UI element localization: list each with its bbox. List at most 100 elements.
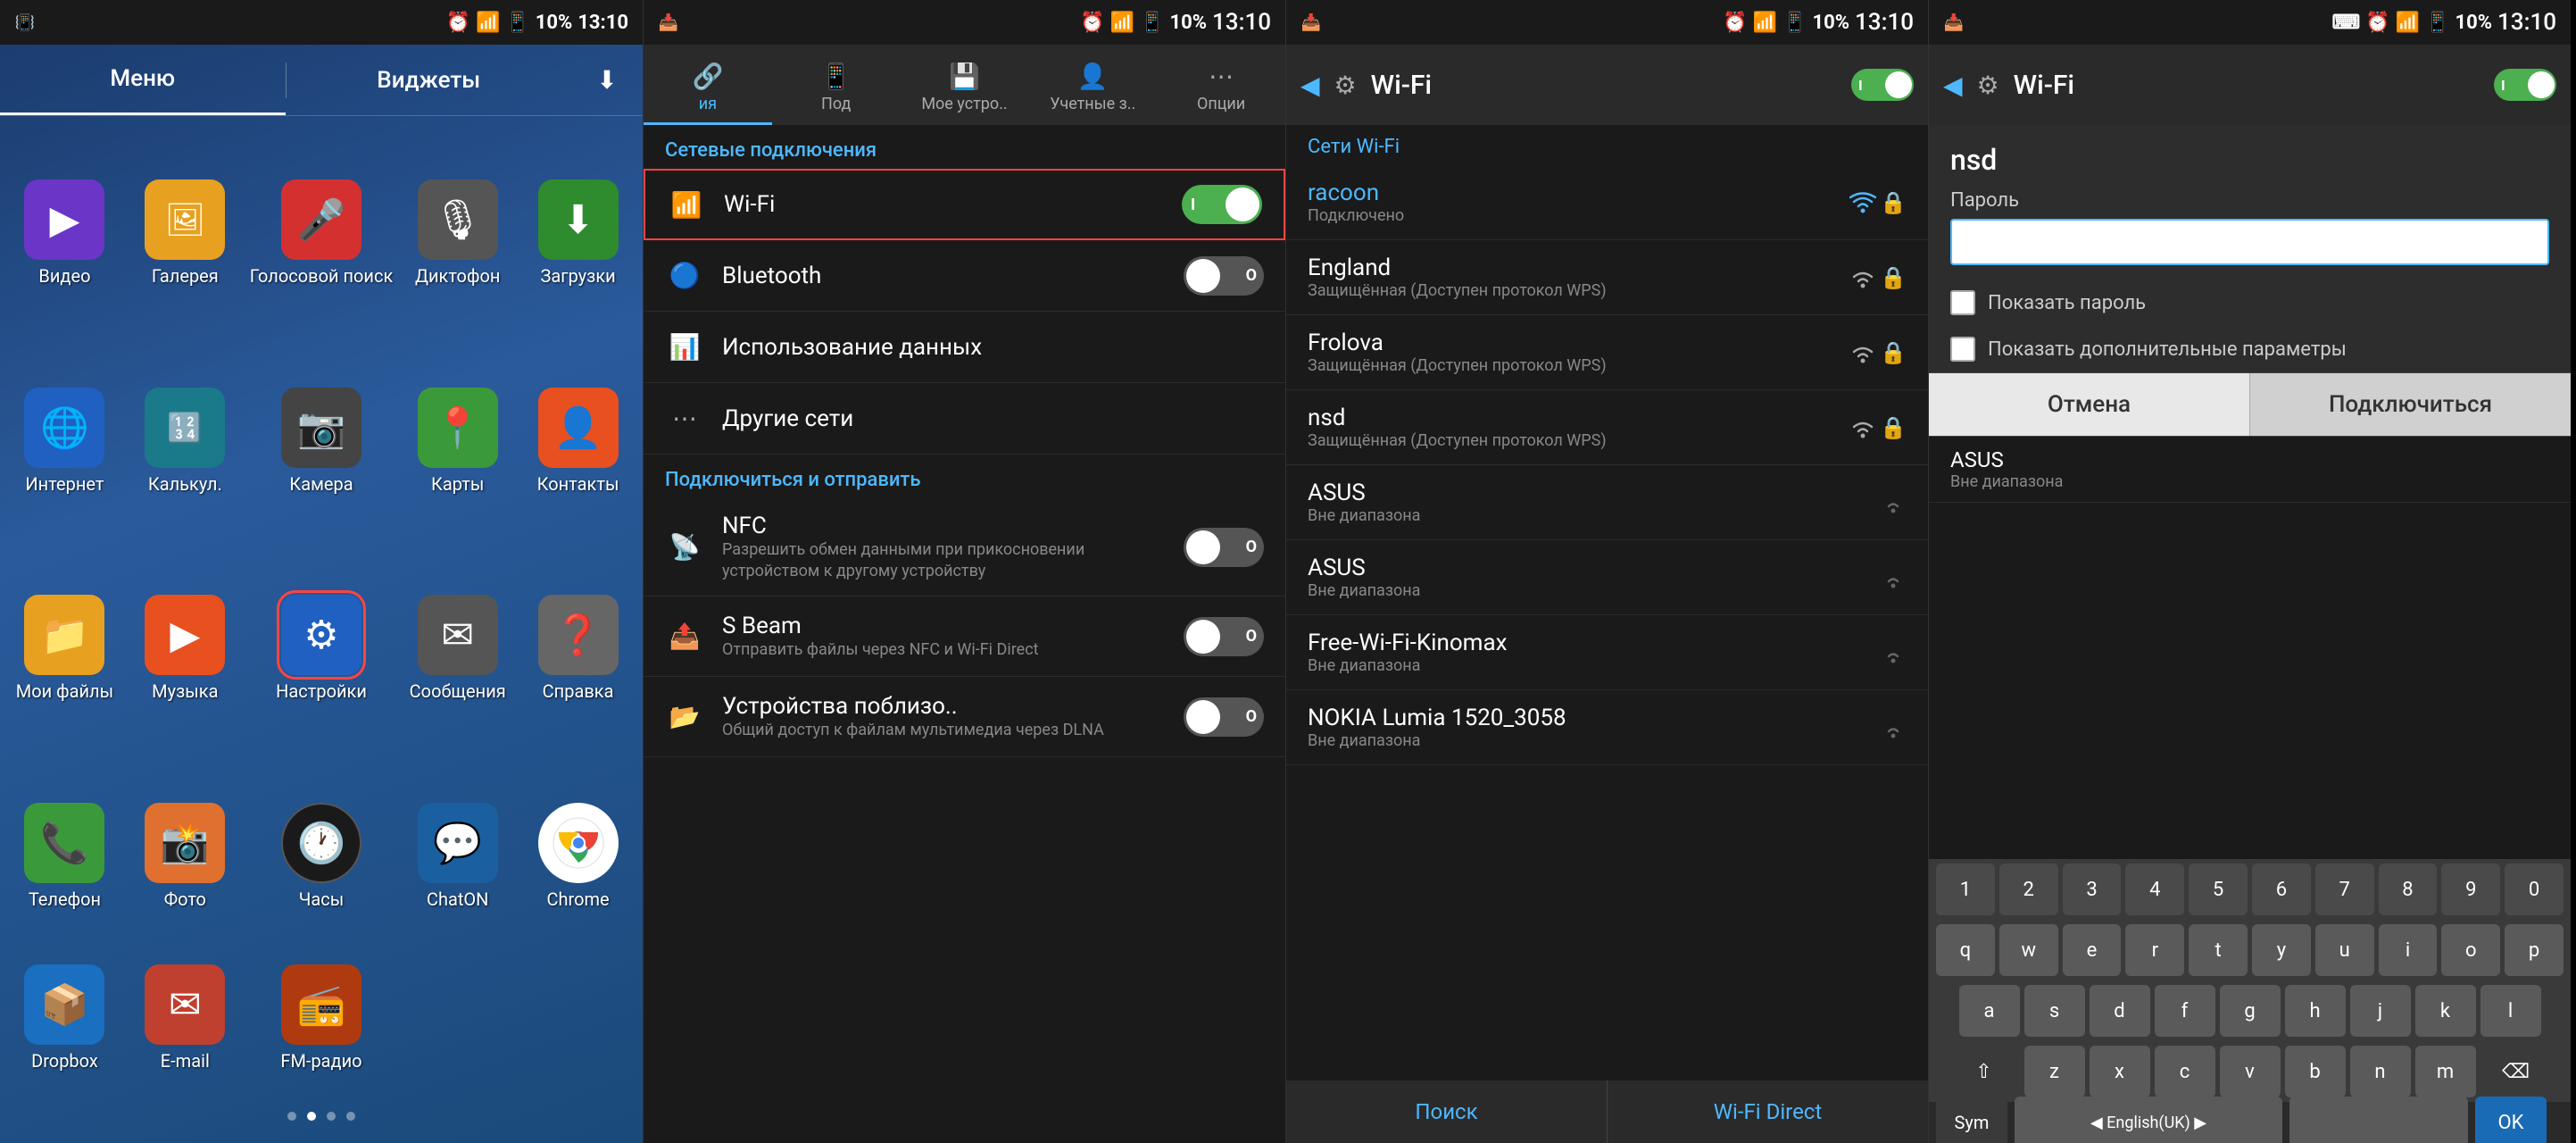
- key-r[interactable]: r: [2125, 924, 2184, 976]
- app-voice[interactable]: 🎤 Голосовой поиск: [250, 134, 394, 333]
- key-y[interactable]: y: [2252, 924, 2311, 976]
- app-internet[interactable]: 🌐 Интернет: [9, 342, 120, 541]
- wifi-direct-button[interactable]: Wi-Fi Direct: [1608, 1080, 1928, 1143]
- key-t[interactable]: t: [2189, 924, 2248, 976]
- settings-sbeam-item[interactable]: 📤 S Beam Отправить файлы через NFC и Wi-…: [644, 597, 1285, 677]
- app-clock[interactable]: 🕐 Часы: [250, 757, 394, 956]
- app-chaton[interactable]: 💬 ChatON: [402, 757, 513, 956]
- key-h[interactable]: h: [2285, 985, 2346, 1037]
- key-g[interactable]: g: [2220, 985, 2281, 1037]
- show-password-row[interactable]: Показать пароль: [1929, 279, 2571, 326]
- wifi-network-england[interactable]: England Защищённая (Доступен протокол WP…: [1286, 240, 1928, 315]
- tab-connections[interactable]: 🔗 ия: [644, 58, 772, 125]
- wifi-back-button[interactable]: ◀: [1300, 71, 1320, 100]
- sbeam-toggle[interactable]: O: [1184, 617, 1264, 656]
- wifi-network-racoon[interactable]: racoon Подключено 🔒: [1286, 165, 1928, 240]
- wifi-network-nokia[interactable]: NOKIA Lumia 1520_3058 Вне диапазона: [1286, 690, 1928, 765]
- wifi-network-asus1[interactable]: ASUS Вне диапазона: [1286, 465, 1928, 540]
- key-c[interactable]: c: [2155, 1046, 2215, 1097]
- settings-more-networks-item[interactable]: ⋯ Другие сети: [644, 383, 1285, 455]
- wifi-header-toggle[interactable]: I: [1851, 69, 1914, 101]
- key-w[interactable]: w: [1999, 924, 2058, 976]
- app-camera[interactable]: 📷 Камера: [250, 342, 394, 541]
- key-0[interactable]: 0: [2505, 864, 2564, 915]
- app-chrome[interactable]: Chrome: [522, 757, 634, 956]
- key-lang[interactable]: ◀ English(UK) ▶: [2015, 1097, 2282, 1143]
- dialog-cancel-button[interactable]: Отмена: [1929, 373, 2249, 436]
- key-4[interactable]: 4: [2125, 864, 2184, 915]
- key-shift[interactable]: ⇧: [1949, 1046, 2020, 1097]
- key-s[interactable]: s: [2024, 985, 2085, 1037]
- app-fmradio[interactable]: 📻 FM-радио: [250, 964, 394, 1072]
- key-n[interactable]: n: [2350, 1046, 2411, 1097]
- wifi-network-frolova[interactable]: Frolova Защищённая (Доступен протокол WP…: [1286, 315, 1928, 390]
- key-u[interactable]: u: [2315, 924, 2374, 976]
- app-messages[interactable]: ✉ Сообщения: [402, 549, 513, 748]
- app-email[interactable]: ✉ E-mail: [129, 964, 241, 1072]
- wifi-network-asus2[interactable]: ASUS Вне диапазона: [1286, 540, 1928, 615]
- tab-mydevice[interactable]: 💾 Мое устро..: [901, 58, 1029, 125]
- app-gallery[interactable]: 🖼 Галерея: [129, 134, 241, 333]
- tab-options[interactable]: ⋯ Опции: [1157, 58, 1285, 125]
- dialog-connect-button[interactable]: Подключиться: [2250, 373, 2571, 436]
- key-9[interactable]: 9: [2441, 864, 2500, 915]
- app-dictaphone[interactable]: 🎙 Диктофон: [402, 134, 513, 333]
- key-a[interactable]: a: [1959, 985, 2020, 1037]
- show-advanced-checkbox[interactable]: [1950, 337, 1975, 362]
- key-m[interactable]: m: [2415, 1046, 2476, 1097]
- app-phone[interactable]: 📞 Телефон: [9, 757, 120, 956]
- key-j[interactable]: j: [2350, 985, 2411, 1037]
- key-5[interactable]: 5: [2189, 864, 2248, 915]
- wifi-network-kinomax[interactable]: Free-Wi-Fi-Kinomax Вне диапазона: [1286, 615, 1928, 690]
- key-3[interactable]: 3: [2063, 864, 2122, 915]
- key-p[interactable]: p: [2505, 924, 2564, 976]
- app-files[interactable]: 📁 Мои файлы: [9, 549, 120, 748]
- nearby-toggle[interactable]: O: [1184, 697, 1264, 737]
- key-8[interactable]: 8: [2379, 864, 2438, 915]
- app-downloads[interactable]: ⬇ Загрузки: [522, 134, 634, 333]
- show-advanced-row[interactable]: Показать дополнительные параметры: [1929, 326, 2571, 372]
- app-calc[interactable]: 🔢 Калькул.: [129, 342, 241, 541]
- key-7[interactable]: 7: [2315, 864, 2374, 915]
- key-z[interactable]: z: [2024, 1046, 2085, 1097]
- key-f[interactable]: f: [2155, 985, 2215, 1037]
- app-dropbox[interactable]: 📦 Dropbox: [9, 964, 120, 1072]
- tab-accounts[interactable]: 👤 Учетные з..: [1028, 58, 1157, 125]
- key-space[interactable]: [2289, 1097, 2468, 1143]
- key-q[interactable]: q: [1936, 924, 1995, 976]
- wifi-search-button[interactable]: Поиск: [1286, 1080, 1608, 1143]
- nfc-toggle[interactable]: O: [1184, 528, 1264, 567]
- wifi-toggle[interactable]: I: [1182, 185, 1262, 224]
- key-ok[interactable]: OK: [2475, 1097, 2547, 1143]
- key-e[interactable]: e: [2063, 924, 2122, 976]
- dialog-password-input[interactable]: [1950, 219, 2549, 265]
- key-l[interactable]: l: [2480, 985, 2541, 1037]
- key-o[interactable]: o: [2441, 924, 2500, 976]
- settings-nfc-item[interactable]: 📡 NFC Разрешить обмен данными при прикос…: [644, 498, 1285, 597]
- settings-nearby-item[interactable]: 📂 Устройства поблизо.. Общий доступ к фа…: [644, 677, 1285, 757]
- key-k[interactable]: k: [2415, 985, 2476, 1037]
- key-backspace[interactable]: ⌫: [2480, 1046, 2552, 1097]
- connect-back-button[interactable]: ◀: [1943, 71, 1963, 100]
- app-music[interactable]: ▶ Музыка: [129, 549, 241, 748]
- settings-bluetooth-item[interactable]: 🔵 Bluetooth O: [644, 240, 1285, 312]
- app-settings[interactable]: ⚙ Настройки: [250, 549, 394, 748]
- tab-menu[interactable]: Меню: [0, 45, 286, 115]
- settings-data-usage-item[interactable]: 📊 Использование данных: [644, 312, 1285, 383]
- app-help[interactable]: ❓ Справка: [522, 549, 634, 748]
- key-x[interactable]: x: [2090, 1046, 2150, 1097]
- key-6[interactable]: 6: [2252, 864, 2311, 915]
- connect-header-toggle[interactable]: I: [2494, 69, 2556, 101]
- settings-wifi-item[interactable]: 📶 Wi-Fi I: [644, 169, 1285, 240]
- app-maps[interactable]: 📍 Карты: [402, 342, 513, 541]
- bluetooth-toggle[interactable]: O: [1184, 256, 1264, 296]
- show-password-checkbox[interactable]: [1950, 290, 1975, 315]
- app-contacts[interactable]: 👤 Контакты: [522, 342, 634, 541]
- key-sym[interactable]: Sym: [1936, 1097, 2007, 1143]
- key-1[interactable]: 1: [1936, 864, 1995, 915]
- key-v[interactable]: v: [2220, 1046, 2281, 1097]
- tab-widgets[interactable]: Виджеты: [287, 45, 572, 115]
- key-b[interactable]: b: [2285, 1046, 2346, 1097]
- wifi-network-nsd[interactable]: nsd Защищённая (Доступен протокол WPS) 🔒: [1286, 390, 1928, 465]
- key-i[interactable]: i: [2379, 924, 2438, 976]
